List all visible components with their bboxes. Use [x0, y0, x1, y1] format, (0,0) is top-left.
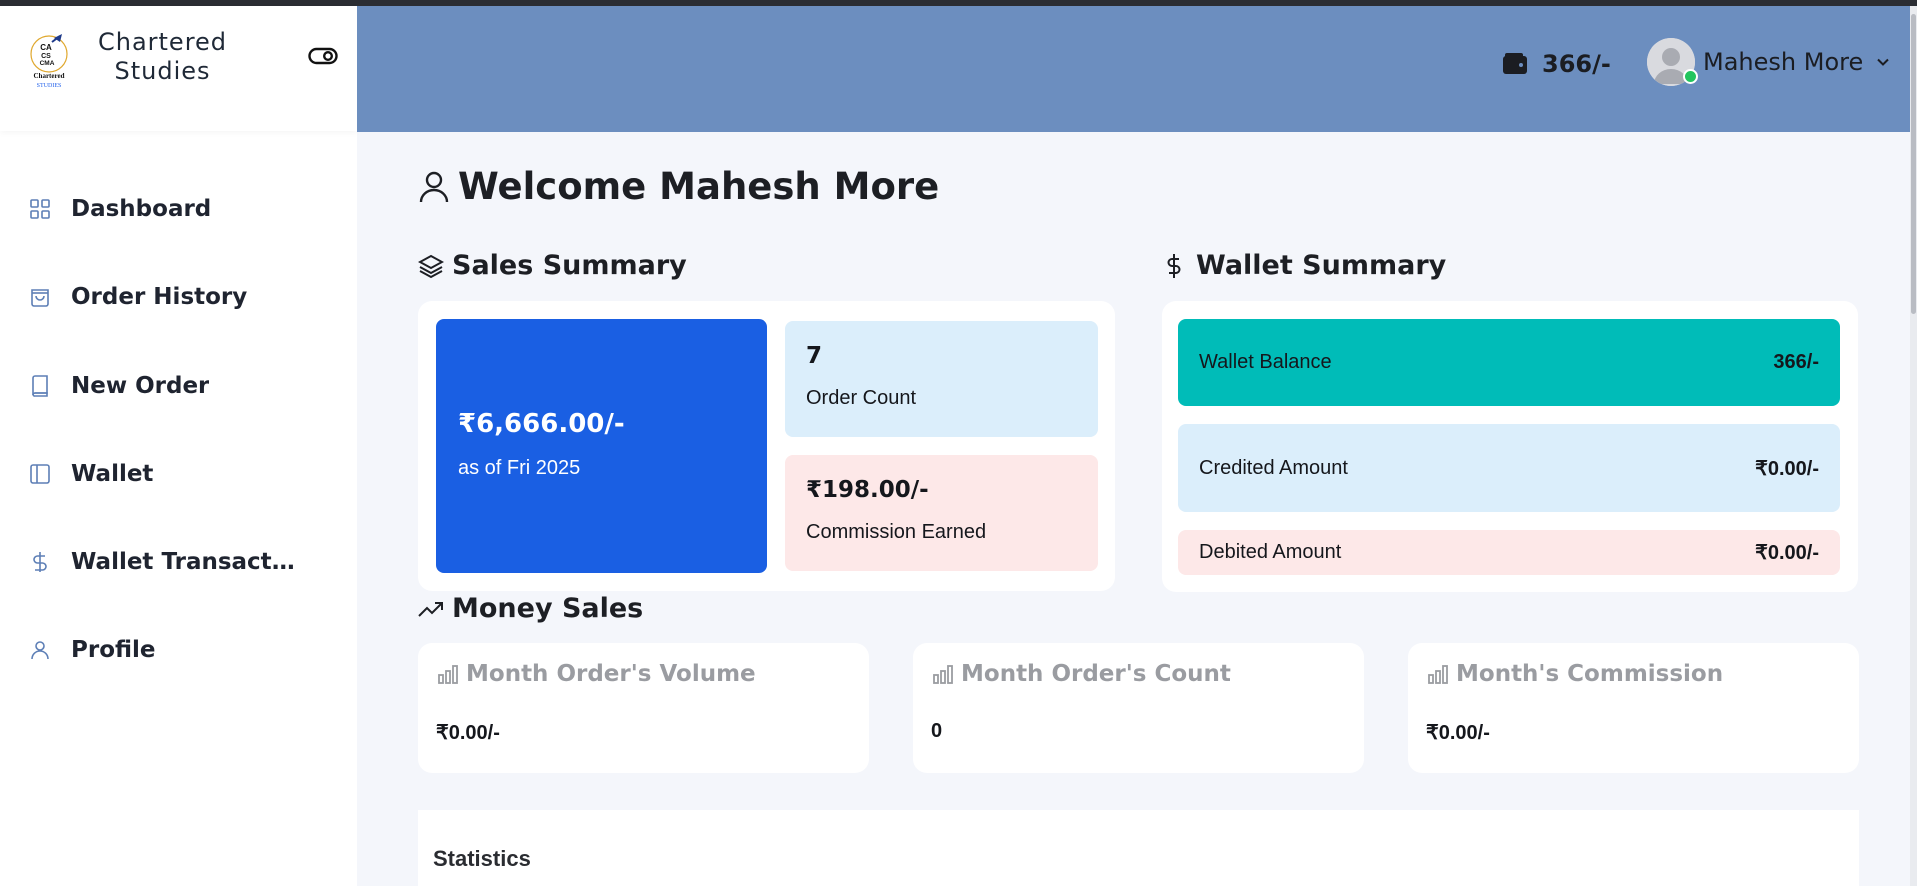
total-sales-subtitle: as of Fri 2025	[458, 457, 581, 479]
sidebar-item-order-history[interactable]: Order History	[0, 267, 357, 327]
page-scrollbar-thumb[interactable]	[1911, 14, 1916, 314]
month-count-label: Month Order's Count	[961, 661, 1231, 687]
commission-value: ₹198.00/-	[806, 477, 929, 503]
month-count-value: 0	[931, 720, 943, 742]
month-count-header: Month Order's Count	[931, 661, 1231, 687]
month-commission-header: Month's Commission	[1426, 661, 1723, 687]
wallet-summary-title: Wallet Summary	[1196, 250, 1447, 281]
welcome-heading: Welcome Mahesh More	[418, 165, 939, 208]
bar-chart-icon	[1428, 665, 1448, 684]
logo-ca: CA	[40, 43, 52, 52]
sidebar-item-dashboard[interactable]: Dashboard	[0, 179, 357, 239]
commission-label: Commission Earned	[806, 521, 987, 543]
online-status-dot	[1683, 69, 1698, 84]
sidebar-item-label: Wallet	[71, 461, 154, 487]
order-count-value: 7	[806, 343, 823, 369]
sidebar-panel-icon	[28, 462, 52, 486]
header-user-name: Mahesh More	[1703, 48, 1864, 76]
credited-amount-value: ₹0.00/-	[1755, 457, 1819, 480]
sidebar-item-label: Dashboard	[71, 196, 212, 222]
dollar-icon	[1167, 253, 1181, 278]
money-sales-heading: Money Sales	[418, 593, 643, 624]
user-menu[interactable]: Mahesh More	[1647, 38, 1891, 86]
chevron-down-icon[interactable]	[1875, 54, 1891, 70]
trending-up-icon	[418, 601, 443, 617]
month-commission-value: ₹0.00/-	[1426, 722, 1490, 744]
sales-summary-heading: Sales Summary	[418, 250, 687, 281]
logo-cs: CS	[41, 53, 51, 60]
sidebar-item-label: Wallet Transactions	[71, 549, 301, 575]
debited-amount-row: Debited Amount ₹0.00/-	[1178, 530, 1840, 575]
month-volume-label: Month Order's Volume	[466, 661, 756, 687]
credited-amount-label: Credited Amount	[1199, 456, 1348, 479]
brand-name-line2: Studies	[114, 57, 211, 85]
sidebar-item-profile[interactable]: Profile	[0, 620, 357, 680]
wallet-balance-value: 366/-	[1773, 351, 1819, 373]
bar-chart-icon	[933, 665, 953, 684]
sidebar: CA CS CMA Chartered STUDIES Chartered St…	[0, 6, 357, 886]
bar-chart-icon	[438, 665, 458, 684]
sidebar-item-wallet[interactable]: Wallet	[0, 444, 357, 504]
user-icon	[28, 638, 52, 662]
layers-icon	[418, 254, 444, 278]
debited-amount-value: ₹0.00/-	[1755, 542, 1819, 564]
brand-name: Chartered Studies	[90, 28, 235, 86]
sales-summary-title: Sales Summary	[452, 250, 687, 281]
user-icon	[419, 171, 449, 202]
shopping-bag-icon	[28, 285, 52, 309]
sidebar-item-new-order[interactable]: New Order	[0, 356, 357, 416]
total-sales-card: ₹6,666.00/- as of Fri 2025	[436, 319, 767, 573]
logo-cma: CMA	[40, 60, 55, 67]
logo-chartered: Chartered	[34, 72, 65, 80]
credited-amount-row: Credited Amount ₹0.00/-	[1178, 424, 1840, 512]
total-sales-value: ₹6,666.00/-	[458, 409, 625, 439]
wallet-balance-label: Wallet Balance	[1199, 351, 1332, 373]
book-icon	[28, 374, 52, 398]
month-volume-card: Month Order's Volume ₹0.00/-	[418, 643, 869, 773]
order-count-card: 7 Order Count	[785, 321, 1098, 437]
sidebar-item-wallet-transactions[interactable]: Wallet Transactions	[0, 532, 357, 592]
month-commission-label: Month's Commission	[1456, 661, 1724, 687]
sidebar-item-label: Profile	[71, 637, 156, 663]
header-wallet[interactable]: 366/-	[1502, 50, 1611, 78]
order-count-label: Order Count	[806, 387, 917, 409]
brand-name-line1: Chartered	[97, 28, 228, 56]
header-wallet-amount: 366/-	[1542, 50, 1611, 78]
sidebar-toggle-icon[interactable]	[308, 46, 338, 66]
grid-icon	[28, 197, 52, 221]
brand-area: CA CS CMA Chartered STUDIES Chartered St…	[0, 6, 357, 131]
chartered-studies-logo[interactable]: CA CS CMA Chartered STUDIES	[26, 32, 72, 90]
page-title: Welcome Mahesh More	[458, 165, 940, 208]
month-count-card: Month Order's Count 0	[913, 643, 1364, 773]
logo-studies: STUDIES	[37, 83, 62, 89]
money-sales-title: Money Sales	[452, 593, 644, 624]
sidebar-item-label: New Order	[71, 373, 210, 399]
avatar[interactable]	[1647, 38, 1698, 86]
debited-amount-label: Debited Amount	[1199, 541, 1342, 563]
statistics-title: Statistics	[433, 846, 531, 871]
wallet-icon	[1503, 53, 1527, 74]
dollar-icon	[28, 550, 52, 574]
wallet-balance-row: Wallet Balance 366/-	[1178, 319, 1840, 406]
wallet-summary-heading: Wallet Summary	[1162, 250, 1446, 281]
commission-card: ₹198.00/- Commission Earned	[785, 455, 1098, 571]
sidebar-item-label: Order History	[71, 284, 248, 310]
month-volume-value: ₹0.00/-	[436, 722, 500, 744]
month-volume-header: Month Order's Volume	[436, 661, 756, 687]
statistics-panel: Statistics	[418, 810, 1859, 886]
month-commission-card: Month's Commission ₹0.00/-	[1408, 643, 1859, 773]
